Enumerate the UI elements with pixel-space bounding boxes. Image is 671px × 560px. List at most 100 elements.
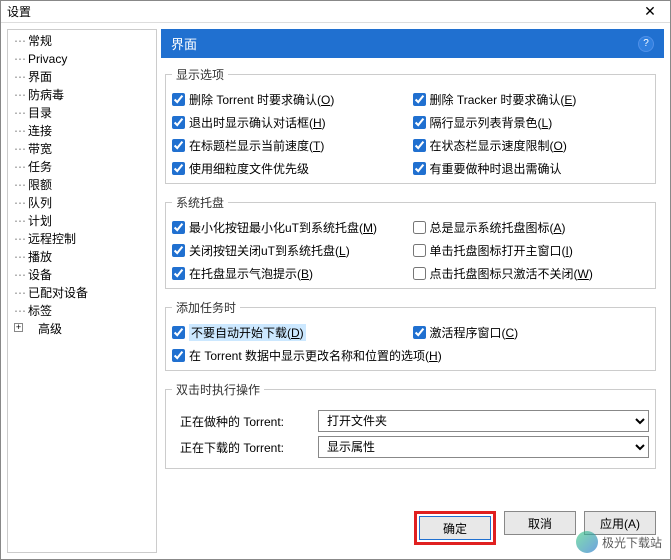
display-option: 在状态栏显示速度限制(O) (413, 137, 650, 154)
checkbox-label[interactable]: 退出时显示确认对话框(H) (189, 114, 326, 131)
tray-option: 点击托盘图标只激活不关闭(W) (413, 265, 650, 282)
content-area: ⋯常规 ⋯Privacy ⋯界面 ⋯防病毒 ⋯目录 ⋯连接 ⋯带宽 ⋯任务 ⋯限… (1, 23, 670, 559)
checkbox-label[interactable]: 单击托盘图标打开主窗口(I) (430, 242, 573, 259)
button-bar: 确定 取消 应用(A) (161, 503, 664, 553)
checkbox[interactable] (172, 93, 185, 106)
addtask-option: 在 Torrent 数据中显示更改名称和位置的选项(H) (172, 347, 649, 364)
tree-item-bandwidth[interactable]: ⋯带宽 (8, 140, 156, 158)
display-option: 有重要做种时退出需确认 (413, 160, 650, 177)
group-display-options: 显示选项 删除 Torrent 时要求确认(O) 删除 Tracker 时要求确认… (165, 66, 656, 184)
checkbox[interactable] (413, 244, 426, 257)
group-system-tray: 系统托盘 最小化按钮最小化uT到系统托盘(M) 总是显示系统托盘图标(A) 关闭按钮… (165, 194, 656, 289)
checkbox[interactable] (172, 349, 185, 362)
checkbox[interactable] (413, 326, 426, 339)
checkbox[interactable] (413, 116, 426, 129)
panel-header: 界面 ? (161, 29, 664, 58)
group-add-task: 添加任务时 不要自动开始下载(D) 激活程序窗口(C) 在 Torrent 数据中显… (165, 299, 656, 371)
checkbox[interactable] (172, 139, 185, 152)
main-panel: 界面 ? 显示选项 删除 Torrent 时要求确认(O) 删除 Tracker … (161, 29, 664, 553)
checkbox-label[interactable]: 删除 Torrent 时要求确认(O) (189, 91, 334, 108)
seeding-action-row: 正在做种的 Torrent: 打开文件夹 (172, 410, 649, 432)
checkbox-label[interactable]: 隔行显示列表背景色(L) (430, 114, 553, 131)
help-icon[interactable]: ? (638, 36, 654, 52)
title-bar: 设置 ✕ (1, 1, 670, 23)
checkbox-label[interactable]: 在托盘显示气泡提示(B) (189, 265, 313, 282)
checkbox[interactable] (172, 162, 185, 175)
checkbox[interactable] (413, 93, 426, 106)
close-icon: ✕ (644, 3, 656, 20)
tree-item-remote[interactable]: ⋯远程控制 (8, 230, 156, 248)
downloading-label: 正在下载的 Torrent: (172, 439, 312, 456)
tray-option: 最小化按钮最小化uT到系统托盘(M) (172, 219, 409, 236)
display-option: 使用细粒度文件优先级 (172, 160, 409, 177)
tree-item-schedule[interactable]: ⋯计划 (8, 212, 156, 230)
ok-highlight-box: 确定 (414, 511, 496, 545)
checkbox-label[interactable]: 在 Torrent 数据中显示更改名称和位置的选项(H) (189, 347, 442, 364)
checkbox-label[interactable]: 关闭按钮关闭uT到系统托盘(L) (189, 242, 350, 259)
addtask-option: 激活程序窗口(C) (413, 324, 650, 341)
checkbox[interactable] (172, 221, 185, 234)
tray-option: 关闭按钮关闭uT到系统托盘(L) (172, 242, 409, 259)
checkbox[interactable] (172, 267, 185, 280)
tree-item-quota[interactable]: ⋯限额 (8, 176, 156, 194)
checkbox[interactable] (413, 162, 426, 175)
tree-item-connection[interactable]: ⋯连接 (8, 122, 156, 140)
tray-option: 总是显示系统托盘图标(A) (413, 219, 650, 236)
display-option: 退出时显示确认对话框(H) (172, 114, 409, 131)
group-legend: 添加任务时 (172, 299, 240, 316)
checkbox-label[interactable]: 最小化按钮最小化uT到系统托盘(M) (189, 219, 377, 236)
group-double-click: 双击时执行操作 正在做种的 Torrent: 打开文件夹 正在下载的 Torre… (165, 381, 656, 469)
addtask-option: 不要自动开始下载(D) (172, 324, 409, 341)
checkbox-label[interactable]: 点击托盘图标只激活不关闭(W) (430, 265, 593, 282)
checkbox[interactable] (172, 116, 185, 129)
checkbox-label[interactable]: 激活程序窗口(C) (430, 324, 519, 341)
tree-item-ui[interactable]: ⋯界面 (8, 68, 156, 86)
downloading-action-select[interactable]: 显示属性 (318, 436, 649, 458)
tree-item-paired[interactable]: ⋯已配对设备 (8, 284, 156, 302)
close-button[interactable]: ✕ (630, 1, 670, 23)
category-tree[interactable]: ⋯常规 ⋯Privacy ⋯界面 ⋯防病毒 ⋯目录 ⋯连接 ⋯带宽 ⋯任务 ⋯限… (7, 29, 157, 553)
apply-button[interactable]: 应用(A) (584, 511, 656, 535)
checkbox[interactable] (413, 139, 426, 152)
tree-item-tasks[interactable]: ⋯任务 (8, 158, 156, 176)
checkbox-label[interactable]: 有重要做种时退出需确认 (430, 160, 562, 177)
tree-item-labels[interactable]: ⋯标签 (8, 302, 156, 320)
seeding-action-select[interactable]: 打开文件夹 (318, 410, 649, 432)
panel-title: 界面 (171, 34, 197, 53)
checkbox[interactable] (413, 221, 426, 234)
checkbox-label[interactable]: 总是显示系统托盘图标(A) (430, 219, 566, 236)
display-option: 隔行显示列表背景色(L) (413, 114, 650, 131)
checkbox-label[interactable]: 使用细粒度文件优先级 (189, 160, 309, 177)
tree-item-antivirus[interactable]: ⋯防病毒 (8, 86, 156, 104)
cancel-button[interactable]: 取消 (504, 511, 576, 535)
tree-item-queue[interactable]: ⋯队列 (8, 194, 156, 212)
window-title: 设置 (7, 3, 31, 20)
display-option: 删除 Tracker 时要求确认(E) (413, 91, 650, 108)
tray-option: 在托盘显示气泡提示(B) (172, 265, 409, 282)
groups-container: 显示选项 删除 Torrent 时要求确认(O) 删除 Tracker 时要求确认… (161, 66, 664, 503)
display-option: 删除 Torrent 时要求确认(O) (172, 91, 409, 108)
checkbox-label[interactable]: 删除 Tracker 时要求确认(E) (430, 91, 577, 108)
ok-button[interactable]: 确定 (419, 516, 491, 540)
tree-item-directories[interactable]: ⋯目录 (8, 104, 156, 122)
checkbox-label[interactable]: 在标题栏显示当前速度(T) (189, 137, 324, 154)
downloading-action-row: 正在下载的 Torrent: 显示属性 (172, 436, 649, 458)
group-legend: 系统托盘 (172, 194, 228, 211)
checkbox[interactable] (172, 326, 185, 339)
checkbox[interactable] (172, 244, 185, 257)
tree-item-privacy[interactable]: ⋯Privacy (8, 50, 156, 68)
expand-icon[interactable]: + (14, 323, 23, 332)
settings-window: 设置 ✕ ⋯常规 ⋯Privacy ⋯界面 ⋯防病毒 ⋯目录 ⋯连接 ⋯带宽 ⋯… (0, 0, 671, 560)
tree-item-devices[interactable]: ⋯设备 (8, 266, 156, 284)
seeding-label: 正在做种的 Torrent: (172, 413, 312, 430)
tree-item-advanced[interactable]: +高级 (8, 320, 156, 338)
tree-item-playback[interactable]: ⋯播放 (8, 248, 156, 266)
tree-item-general[interactable]: ⋯常规 (8, 32, 156, 50)
group-legend: 双击时执行操作 (172, 381, 264, 398)
checkbox-label[interactable]: 在状态栏显示速度限制(O) (430, 137, 567, 154)
display-option: 在标题栏显示当前速度(T) (172, 137, 409, 154)
checkbox[interactable] (413, 267, 426, 280)
tray-option: 单击托盘图标打开主窗口(I) (413, 242, 650, 259)
checkbox-label[interactable]: 不要自动开始下载(D) (189, 324, 306, 341)
group-legend: 显示选项 (172, 66, 228, 83)
